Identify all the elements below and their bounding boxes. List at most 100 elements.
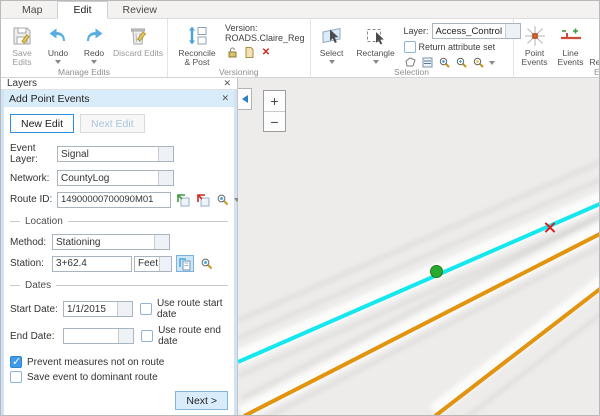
undo-dropdown-caret[interactable] <box>55 60 61 64</box>
select-button[interactable]: Select <box>314 21 350 64</box>
zoom-to-route-icon[interactable] <box>215 191 231 208</box>
station-units-caret[interactable] <box>159 257 171 271</box>
method-dropdown[interactable]: Stationing <box>52 234 170 250</box>
use-route-end-date-checkbox[interactable] <box>141 330 153 342</box>
route-id-label: Route ID: <box>10 194 57 205</box>
group-versioning: Reconcile & Post Version: ROADS.Claire_R… <box>168 19 311 77</box>
station-label: Station: <box>10 258 52 269</box>
selection-more-caret[interactable] <box>489 61 495 65</box>
ribbon: Save Edits Undo Redo Discard <box>1 19 599 78</box>
delete-version-icon[interactable]: ✕ <box>259 45 273 59</box>
point-events-button[interactable]: Point Events <box>517 21 553 67</box>
route-id-caret[interactable] <box>156 194 170 205</box>
rectangle-select-button[interactable]: Rectangle <box>350 21 402 64</box>
left-panel-stack: Layers ✕ Add Point Events ✕ New Edit Nex… <box>1 78 238 415</box>
clear-route-selection-icon[interactable] <box>195 191 211 208</box>
event-replacement-button[interactable]: Event Replacement <box>589 21 600 67</box>
layer-dropdown[interactable]: Access_Control <box>432 23 522 39</box>
line-events-button[interactable]: Line Events <box>553 21 589 67</box>
redo-icon <box>82 23 106 49</box>
method-caret[interactable] <box>154 235 169 249</box>
zoom-in-button[interactable]: + <box>264 91 285 111</box>
layers-panel-close-icon[interactable]: ✕ <box>223 78 231 89</box>
rectangle-dropdown-caret[interactable] <box>373 60 379 64</box>
pick-station-on-map-button[interactable] <box>176 255 194 272</box>
new-edit-button[interactable]: New Edit <box>10 114 74 133</box>
select-tool-icon <box>320 23 344 49</box>
dates-section-separator: Dates <box>10 280 228 291</box>
prevent-measures-checkbox[interactable] <box>10 356 22 368</box>
version-controls: Version: ROADS.Claire_Reg ✕ <box>223 21 307 61</box>
event-layer-caret[interactable] <box>158 147 173 161</box>
tab-map[interactable]: Map <box>7 2 57 18</box>
tab-edit[interactable]: Edit <box>57 1 107 19</box>
start-date-caret[interactable] <box>117 302 132 316</box>
save-edits-button[interactable]: Save Edits <box>4 21 40 67</box>
use-route-start-date-label: Use route start date <box>157 298 228 320</box>
reconcile-post-icon <box>185 23 209 49</box>
group-label-selection: Selection <box>311 67 513 77</box>
add-point-events-title: Add Point Events <box>9 93 90 105</box>
zoom-out-button[interactable]: − <box>264 111 285 131</box>
save-dominant-route-label: Save event to dominant route <box>27 372 158 383</box>
dates-section-label: Dates <box>25 280 51 291</box>
end-date-dropdown[interactable] <box>63 328 134 344</box>
collapse-left-icon <box>242 95 248 103</box>
discard-edits-icon <box>126 23 150 49</box>
station-units-dropdown[interactable]: Feet <box>134 256 172 272</box>
event-layer-dropdown[interactable]: Signal <box>57 146 174 162</box>
use-route-end-date-label: Use route end date <box>158 325 228 347</box>
ribbon-tab-bar: Map Edit Review <box>1 1 599 19</box>
layers-panel-title: Layers <box>7 78 37 89</box>
location-section-label: Location <box>25 216 63 227</box>
reconcile-post-button[interactable]: Reconcile & Post <box>171 21 223 67</box>
redo-button[interactable]: Redo <box>76 21 112 64</box>
group-label-edit-events: Edit Events <box>514 67 600 77</box>
map-zoom-control: + − <box>263 90 286 132</box>
route-id-combobox[interactable]: 14900000700090M01 <box>57 192 171 208</box>
save-dominant-route-checkbox[interactable] <box>10 371 22 383</box>
network-caret[interactable] <box>158 171 173 185</box>
next-button[interactable]: Next > <box>175 391 228 410</box>
undo-icon <box>46 23 70 49</box>
line-events-icon <box>559 23 583 49</box>
map-view[interactable]: + − <box>238 78 599 415</box>
event-layer-label: Event Layer: <box>10 143 57 165</box>
next-edit-button[interactable]: Next Edit <box>80 114 145 133</box>
station-cross-marker <box>543 221 556 234</box>
add-point-events-close-icon[interactable]: ✕ <box>221 93 229 104</box>
new-version-icon[interactable] <box>242 45 256 59</box>
end-date-label: End Date: <box>10 331 63 342</box>
point-events-icon <box>523 23 547 49</box>
layer-label: Layer: <box>404 26 429 36</box>
select-route-on-map-icon[interactable] <box>175 191 191 208</box>
layers-panel-header: Layers ✕ <box>1 78 237 90</box>
start-date-dropdown[interactable]: 1/1/2015 <box>63 301 133 317</box>
group-label-versioning: Versioning <box>168 67 310 77</box>
point-event-marker[interactable] <box>430 265 443 278</box>
network-dropdown[interactable]: CountyLog <box>57 170 174 186</box>
group-label-manage-edits: Manage Edits <box>1 67 167 77</box>
select-dropdown-caret[interactable] <box>329 60 335 64</box>
network-label: Network: <box>10 173 57 184</box>
undo-button[interactable]: Undo <box>40 21 76 64</box>
selection-options: Layer: Access_Control Return attribute s… <box>402 21 510 71</box>
version-lock-icon[interactable] <box>225 45 239 59</box>
panel-collapse-tab[interactable] <box>238 88 252 110</box>
group-edit-events: Point Events Line Events Event Replaceme… <box>514 19 600 77</box>
zoom-to-station-icon[interactable] <box>198 255 216 272</box>
use-route-start-date-checkbox[interactable] <box>140 303 152 315</box>
application-window: Map Edit Review Save Edits Undo <box>0 0 600 416</box>
rectangle-select-icon <box>364 23 388 49</box>
discard-edits-button[interactable]: Discard Edits <box>112 21 164 58</box>
return-attribute-set-checkbox[interactable] <box>404 41 416 53</box>
end-date-caret[interactable] <box>118 329 133 343</box>
group-manage-edits: Save Edits Undo Redo Discard <box>1 19 168 77</box>
tab-review[interactable]: Review <box>108 2 172 18</box>
redo-dropdown-caret[interactable] <box>91 60 97 64</box>
station-input[interactable]: 3+62.4 <box>52 256 132 272</box>
location-section-separator: Location <box>10 216 228 227</box>
start-date-label: Start Date: <box>10 304 63 315</box>
return-attribute-set-label: Return attribute set <box>419 42 496 52</box>
version-value: ROADS.Claire_Reg <box>225 33 305 43</box>
